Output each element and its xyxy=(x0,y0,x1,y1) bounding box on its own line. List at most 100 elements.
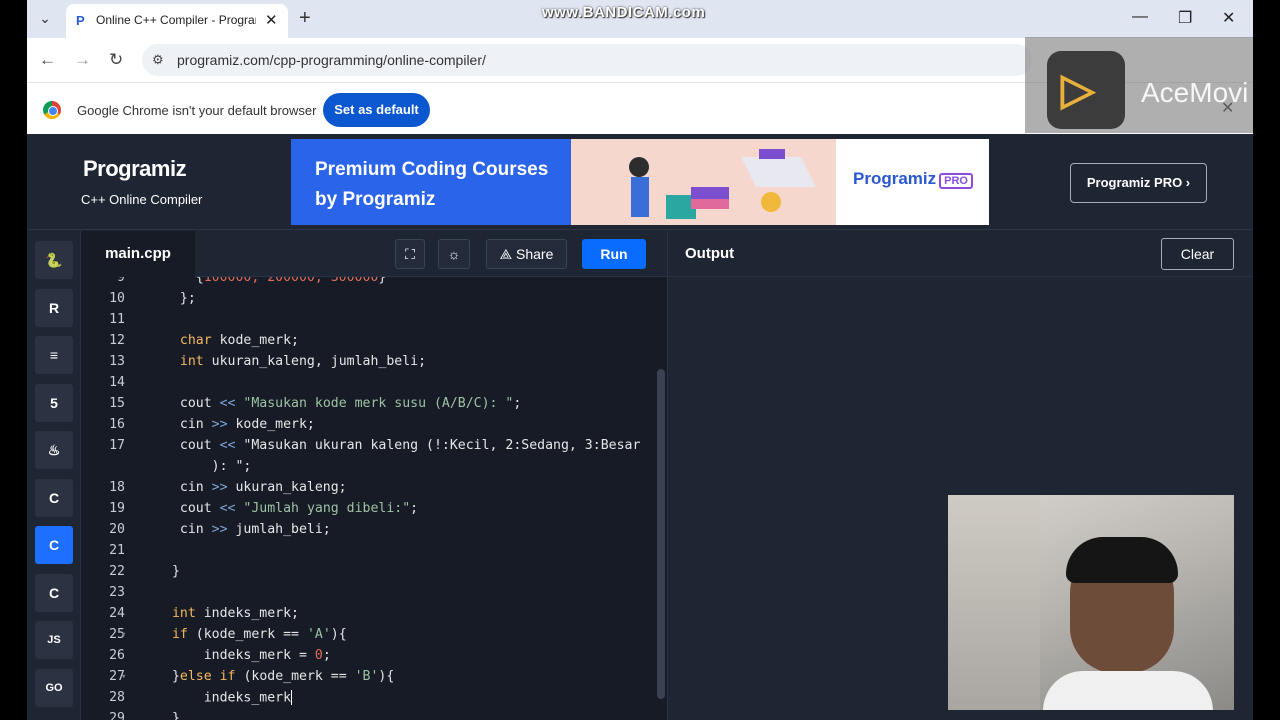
code-line[interactable]: int ukuran_kaleng, jumlah_beli; xyxy=(164,354,426,369)
sql-icon[interactable]: ≡ xyxy=(35,336,73,374)
code-line[interactable]: int indeks_merk; xyxy=(164,606,299,621)
line-number: 20 xyxy=(109,522,125,537)
r-icon[interactable]: R xyxy=(35,288,73,327)
url-text: programiz.com/cpp-programming/online-com… xyxy=(177,52,486,68)
fullscreen-icon[interactable]: ⛶ xyxy=(395,239,425,269)
javascript-icon[interactable]: JS xyxy=(35,621,73,659)
file-tab-main[interactable]: main.cpp xyxy=(81,231,195,277)
text-caret xyxy=(291,690,293,705)
chrome-logo-icon xyxy=(43,101,61,119)
programiz-pro-button[interactable]: Programiz PRO › xyxy=(1070,163,1207,203)
ad-banner[interactable]: Premium Coding Courses by Programiz Prog… xyxy=(291,139,989,225)
minimize-icon[interactable]: — xyxy=(1132,8,1148,26)
line-number: 15 xyxy=(109,396,125,411)
output-title: Output xyxy=(685,245,735,262)
code-line[interactable]: }else if (kode_merk == 'B'){ xyxy=(164,669,394,684)
share-icon: ⟁ xyxy=(499,246,513,262)
acemovi-logo-icon: ▷ xyxy=(1047,51,1125,129)
browser-tab[interactable]: P Online C++ Compiler - Programiz ✕ xyxy=(66,4,288,38)
language-sidebar: 🐍 R ≡ 5 ♨ C C C JS GO xyxy=(27,231,81,720)
code-line[interactable]: char kode_merk; xyxy=(164,333,299,348)
line-number: 13 xyxy=(109,354,125,369)
webcam-wall xyxy=(948,495,1040,710)
close-tab-icon[interactable]: ✕ xyxy=(265,11,278,29)
cpp-icon[interactable]: C xyxy=(35,526,73,564)
output-header: Output Clear xyxy=(667,231,1253,277)
browser-window: ⌄ P Online C++ Compiler - Programiz ✕ + … xyxy=(27,0,1253,720)
line-number: 18 xyxy=(109,480,125,495)
go-icon[interactable]: GO xyxy=(35,668,73,707)
site-info-icon[interactable]: ⚙ xyxy=(152,52,164,68)
infobar-text: Google Chrome isn't your default browser xyxy=(77,103,317,118)
theme-toggle-icon[interactable]: ☼ xyxy=(438,239,470,269)
line-number: 28 xyxy=(109,690,125,705)
reload-icon[interactable]: ↻ xyxy=(109,50,123,70)
line-number: 24 xyxy=(109,606,125,621)
line-number: 23 xyxy=(109,585,125,600)
code-line[interactable]: cin >> ukuran_kaleng; xyxy=(164,480,347,495)
line-number: 22 xyxy=(109,564,125,579)
line-number: 16 xyxy=(109,417,125,432)
line-number: 9 xyxy=(117,277,125,285)
acemovi-overlay: ▷ AceMovi xyxy=(1025,37,1253,133)
programiz-favicon-icon: P xyxy=(76,13,85,28)
close-window-icon[interactable]: ✕ xyxy=(1222,8,1235,28)
code-line[interactable]: cin >> jumlah_beli; xyxy=(164,522,331,537)
code-line[interactable]: cout << "Jumlah yang dibeli:"; xyxy=(164,501,418,516)
editor-header: main.cpp ⛶ ☼ ⟁ Share Run xyxy=(81,231,667,277)
line-number: 29 xyxy=(109,711,125,720)
programiz-header: Programiz C++ Online Compiler Premium Co… xyxy=(27,134,1253,230)
tab-title: Online C++ Compiler - Programiz xyxy=(96,13,256,27)
new-tab-icon[interactable]: + xyxy=(299,7,311,30)
line-number: 10 xyxy=(109,291,125,306)
line-number: 17 xyxy=(109,438,125,453)
csharp-icon[interactable]: C xyxy=(35,573,73,612)
clear-button[interactable]: Clear xyxy=(1161,238,1234,270)
tab-bar: ⌄ P Online C++ Compiler - Programiz ✕ + … xyxy=(27,0,1253,38)
back-icon[interactable]: ← xyxy=(39,50,56,70)
bandicam-watermark: www.BANDICAM.com xyxy=(542,4,706,21)
code-editor[interactable]: 9 {100000, 200000, 300000} 10 }; 11 12 char… xyxy=(81,277,667,720)
set-default-button[interactable]: Set as default xyxy=(323,93,430,127)
programiz-logo[interactable]: Programiz xyxy=(83,156,187,182)
html5-icon[interactable]: 5 xyxy=(35,383,73,422)
url-field[interactable]: ⚙ programiz.com/cpp-programming/online-c… xyxy=(142,44,1032,76)
code-line[interactable]: indeks_merk xyxy=(164,690,293,706)
tab-search-icon[interactable]: ⌄ xyxy=(35,10,55,28)
line-number: 27 xyxy=(109,669,125,684)
line-number: 14 xyxy=(109,375,125,390)
restore-icon[interactable]: ❐ xyxy=(1178,8,1192,28)
banner-programiz-logo: Programiz PRO xyxy=(853,169,973,189)
code-line[interactable]: } xyxy=(164,564,180,579)
banner-illustration xyxy=(629,149,816,219)
code-line[interactable]: indeks_merk = 0; xyxy=(164,648,331,663)
code-line[interactable]: {100000, 200000, 300000} xyxy=(164,277,387,285)
java-icon[interactable]: ♨ xyxy=(35,431,73,469)
webcam-overlay xyxy=(948,495,1234,710)
python-icon[interactable]: 🐍 xyxy=(35,241,73,279)
compiler-subtitle: C++ Online Compiler xyxy=(81,192,203,207)
code-line[interactable]: cout << "Masukan ukuran kaleng (!:Kecil,… xyxy=(164,438,641,453)
c-icon[interactable]: C xyxy=(35,478,73,517)
code-line[interactable]: cin >> kode_merk; xyxy=(164,417,315,432)
code-line[interactable]: cout << "Masukan kode merk susu (A/B/C):… xyxy=(164,396,521,411)
fold-arrow-icon[interactable]: ▾ xyxy=(121,630,126,640)
webcam-person-hair xyxy=(1066,537,1178,583)
acemovi-name: AceMovi xyxy=(1141,77,1249,108)
fold-arrow-icon[interactable]: ▾ xyxy=(121,672,126,682)
share-button[interactable]: ⟁ Share xyxy=(486,239,567,269)
code-line[interactable]: }; xyxy=(164,291,196,306)
webcam-person-shirt xyxy=(1043,671,1213,710)
code-line[interactable]: ): "; xyxy=(164,459,252,474)
code-line[interactable]: if (kode_merk == 'A'){ xyxy=(164,627,347,642)
editor-scrollbar[interactable] xyxy=(657,369,665,699)
line-number: 11 xyxy=(109,312,125,327)
line-number: 21 xyxy=(109,543,125,558)
code-line[interactable]: } xyxy=(164,711,180,720)
run-button[interactable]: Run xyxy=(582,239,646,269)
line-number: 19 xyxy=(109,501,125,516)
forward-icon[interactable]: → xyxy=(74,50,91,70)
line-number: 25 xyxy=(109,627,125,642)
banner-title: Premium Coding Courses by Programiz xyxy=(315,159,549,210)
line-number: 26 xyxy=(109,648,125,663)
